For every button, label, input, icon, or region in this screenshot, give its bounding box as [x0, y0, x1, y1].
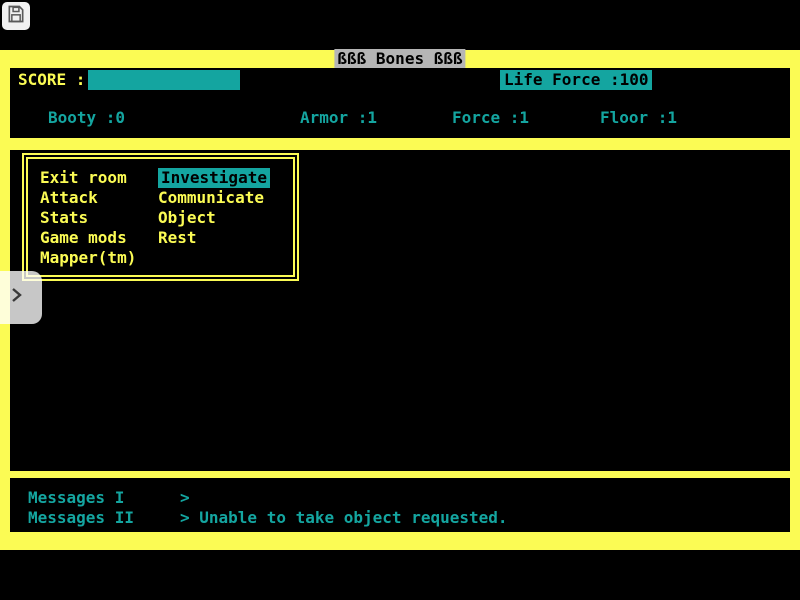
messages-1-label: Messages I — [28, 488, 124, 508]
stat-booty: Booty :0 — [48, 108, 125, 128]
menu-item-attack[interactable]: Attack — [40, 188, 98, 208]
menu-item-communicate[interactable]: Communicate — [158, 188, 264, 208]
chevron-right-icon — [8, 285, 26, 310]
messages-2-label: Messages II — [28, 508, 134, 528]
menu-item-rest[interactable]: Rest — [158, 228, 197, 248]
menu-item-exit-room[interactable]: Exit room — [40, 168, 127, 188]
game-title: ßßß Bones ßßß — [334, 49, 465, 70]
floppy-disk-icon — [6, 4, 26, 29]
drawer-handle[interactable] — [0, 271, 42, 324]
command-menu-border: Exit room Attack Stats Game mods Mapper(… — [26, 157, 295, 277]
messages-1-text: > — [180, 488, 190, 508]
menu-item-mapper[interactable]: Mapper(tm) — [40, 248, 136, 268]
stat-armor: Armor :1 — [300, 108, 377, 128]
stat-floor: Floor :1 — [600, 108, 677, 128]
score-label: SCORE : — [18, 70, 85, 90]
life-force-badge: Life Force :100 — [500, 70, 652, 90]
menu-item-investigate[interactable]: Investigate — [158, 168, 270, 188]
stat-force: Force :1 — [452, 108, 529, 128]
menu-item-object[interactable]: Object — [158, 208, 216, 228]
command-menu: Exit room Attack Stats Game mods Mapper(… — [22, 153, 299, 281]
menu-item-game-mods[interactable]: Game mods — [40, 228, 127, 248]
bones-game-screen: ßßß Bones ßßß SCORE : 0 Life Force :100 … — [0, 0, 800, 600]
score-value: 0 — [222, 90, 232, 109]
menu-item-stats[interactable]: Stats — [40, 208, 88, 228]
dos-screen: ßßß Bones ßßß SCORE : 0 Life Force :100 … — [0, 50, 800, 550]
messages-2-text: > Unable to take object requested. — [180, 508, 508, 528]
save-button[interactable] — [2, 2, 30, 30]
score-bar: 0 — [88, 70, 240, 90]
